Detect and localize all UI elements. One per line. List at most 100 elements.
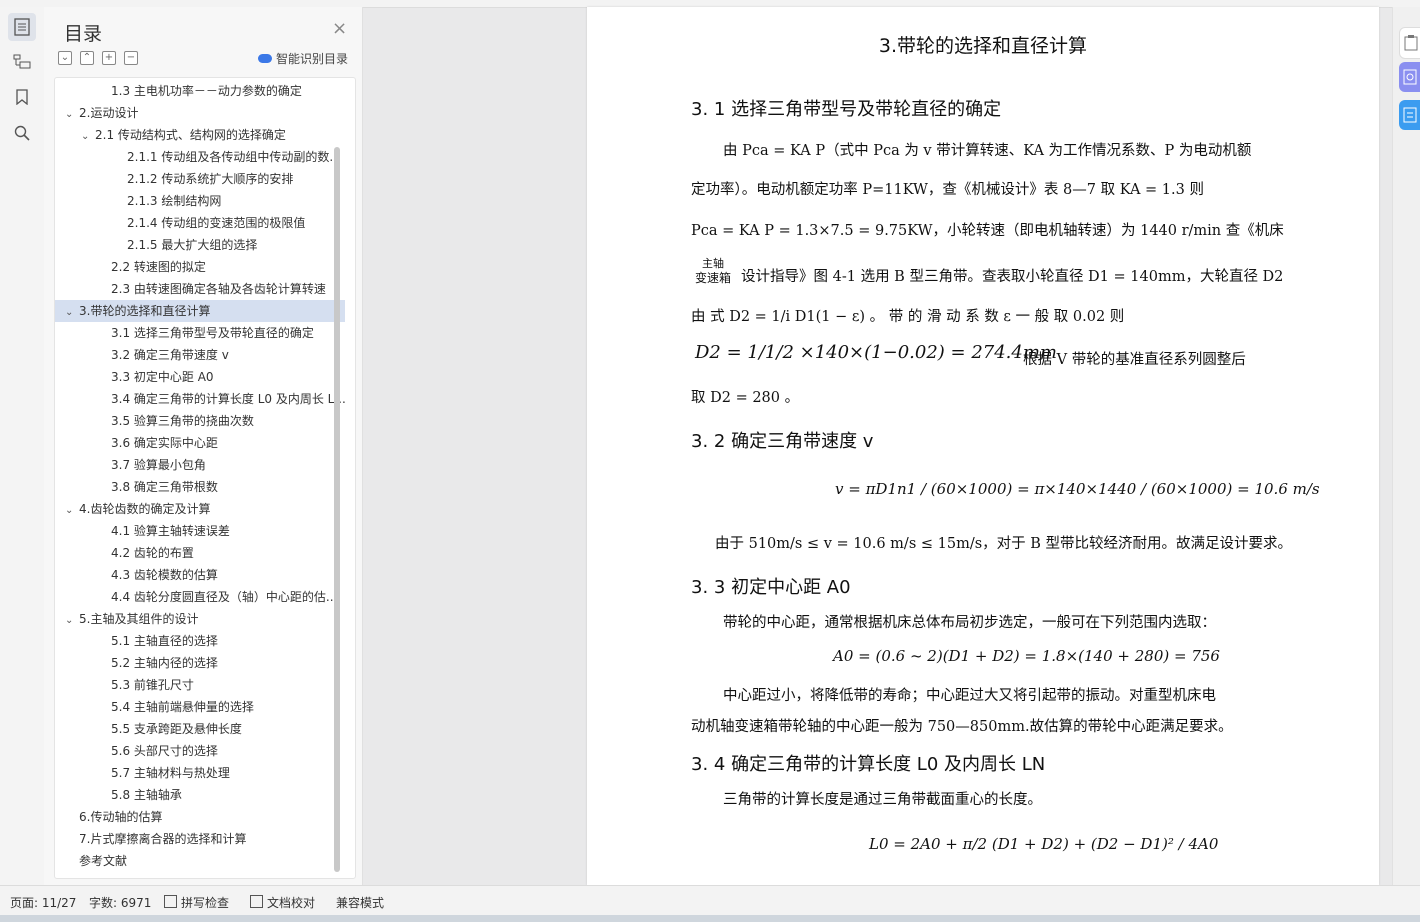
toc-item[interactable]: 3.7 验算最小包角 <box>55 454 355 476</box>
check-icon <box>164 895 177 908</box>
expand-up-icon[interactable]: ⌃ <box>80 51 94 65</box>
toc-item[interactable]: 5.6 头部尺寸的选择 <box>55 740 355 762</box>
chevron-down-icon[interactable]: ⌄ <box>65 500 79 520</box>
toc-item[interactable]: 2.1.3 绘制结构网 <box>55 190 355 212</box>
toc-item[interactable]: 3.1 选择三角带型号及带轮直径的确定 <box>55 322 355 344</box>
page-indicator[interactable]: 页面: 11/27 <box>10 894 76 911</box>
para-line-10: 中心距过小，将降低带的寿命；中心距过大又将引起带的振动。对重型机床电 <box>723 688 1216 704</box>
toc-item-label: 2.1 传动结构式、结构网的选择确定 <box>95 128 286 142</box>
toc-item[interactable]: 5.3 前锥孔尺寸 <box>55 674 355 696</box>
add-icon[interactable]: + <box>102 51 116 65</box>
para-line-12: 三角带的计算长度是通过三角带截面重心的长度。 <box>723 792 1042 808</box>
chevron-down-icon[interactable]: ⌄ <box>81 126 95 146</box>
toc-item-label: 4.4 齿轮分度圆直径及（轴）中心距的估... <box>111 590 338 604</box>
doc-proof-toggle[interactable]: 文档校对 <box>250 894 315 911</box>
toc-item-label: 2.3 由转速图确定各轴及各齿轮计算转速 <box>111 282 326 296</box>
toc-scrollbar[interactable] <box>334 147 340 872</box>
toc-item[interactable]: ⌄ 4.齿轮齿数的确定及计算 <box>55 498 345 520</box>
equation-l0: L0 = 2A0 + π/2 (D1 + D2) + (D2 − D1)² / … <box>869 835 1219 853</box>
search-button[interactable] <box>8 119 36 147</box>
toc-item[interactable]: 2.1.2 传动系统扩大顺序的安排 <box>55 168 355 190</box>
remove-icon[interactable]: − <box>124 51 138 65</box>
left-icon-rail <box>0 7 45 885</box>
toc-item-label: 2.运动设计 <box>79 106 139 120</box>
toc-item[interactable]: 4.3 齿轮模数的估算 <box>55 564 355 586</box>
outline-button[interactable] <box>8 47 36 75</box>
toc-item[interactable]: 5.5 支承跨距及悬伸长度 <box>55 718 355 740</box>
toc-item-label: 3.5 验算三角带的挠曲次数 <box>111 414 254 428</box>
smart-toc-button[interactable]: 智能识别目录 <box>258 50 348 67</box>
chevron-down-icon[interactable]: ⌄ <box>65 104 79 124</box>
toc-item[interactable]: 4.2 齿轮的布置 <box>55 542 355 564</box>
toc-item[interactable]: 3.6 确定实际中心距 <box>55 432 355 454</box>
spell-check-toggle[interactable]: 拼写检查 <box>164 894 229 911</box>
toc-item[interactable]: ⌄ 3.带轮的选择和直径计算 <box>55 300 345 322</box>
word-count[interactable]: 字数: 6971 <box>89 894 151 911</box>
bookmark-icon <box>16 89 28 105</box>
toc-item[interactable]: 5.2 主轴内径的选择 <box>55 652 355 674</box>
toc-item[interactable]: 5.1 主轴直径的选择 <box>55 630 355 652</box>
toc-item[interactable]: 3.3 初定中心距 A0 <box>55 366 355 388</box>
close-icon[interactable]: × <box>332 20 347 38</box>
spell-check-label: 拼写检查 <box>181 896 230 910</box>
para-line-8: 由于 510m/s ≤ v = 10.6 m/s ≤ 15m/s，对于 B 型带… <box>715 536 1293 552</box>
para-line-4-below: 变速箱 <box>695 271 732 285</box>
para-line-9: 带轮的中心距，通常根据机床总体布局初步选定，一般可在下列范围内选取： <box>723 615 1216 631</box>
toc-item-label: 2.1.4 传动组的变速范围的极限值 <box>127 216 306 230</box>
toc-item[interactable]: 3.2 确定三角带速度 v <box>55 344 355 366</box>
toc-item-label: 4.2 齿轮的布置 <box>111 546 194 560</box>
right-rail <box>1392 7 1420 885</box>
toc-item[interactable]: 5.4 主轴前端悬伸量的选择 <box>55 696 355 718</box>
chevron-down-icon[interactable]: ⌄ <box>65 302 79 322</box>
equation-d2: D2 = 1/1/2 ×140×(1−0.02) = 274.4mm <box>695 342 1057 363</box>
toc-item[interactable]: 1.3 主电机功率－－动力参数的确定 <box>55 80 355 102</box>
toc-item-label: 5.主轴及其组件的设计 <box>79 612 199 626</box>
right-tool-1[interactable] <box>1399 27 1420 59</box>
toc-item-label: 2.1.3 绘制结构网 <box>127 194 222 208</box>
toc-item-label: 5.8 主轴轴承 <box>111 788 182 802</box>
chevron-down-icon[interactable]: ⌄ <box>65 610 79 630</box>
toc-item[interactable]: ⌄ 2.1 传动结构式、结构网的选择确定 <box>55 124 355 146</box>
bookmark-button[interactable] <box>8 83 36 111</box>
collapse-all-icon[interactable]: ⌄ <box>58 51 72 65</box>
toc-panel-button[interactable] <box>8 13 36 41</box>
toc-item[interactable]: 2.1.1 传动组及各传动组中传动副的数... <box>55 146 355 168</box>
toc-title: 目录 <box>64 23 103 45</box>
toc-item-label: 7.片式摩擦离合器的选择和计算 <box>79 832 247 846</box>
toc-item-label: 3.1 选择三角带型号及带轮直径的确定 <box>111 326 314 340</box>
toc-item[interactable]: 2.1.5 最大扩大组的选择 <box>55 234 355 256</box>
toc-item[interactable]: 2.2 转速图的拟定 <box>55 256 355 278</box>
toc-item[interactable]: 3.4 确定三角带的计算长度 L0 及内周长 L... <box>55 388 355 410</box>
toc-item[interactable]: 5.8 主轴轴承 <box>55 784 355 806</box>
toc-item[interactable]: ⌄ 2.运动设计 <box>55 102 345 124</box>
toc-item[interactable]: 2.1.4 传动组的变速范围的极限值 <box>55 212 355 234</box>
toc-item[interactable]: 参考文献 <box>55 850 355 872</box>
para-line-5: 由 式 D2 = 1/i D1(1 − ε) 。 带 的 滑 动 系 数 ε 一… <box>691 309 1125 325</box>
toc-item-label: 5.2 主轴内径的选择 <box>111 656 218 670</box>
toc-item[interactable]: 7.片式摩擦离合器的选择和计算 <box>55 828 355 850</box>
toc-item-label: 2.2 转速图的拟定 <box>111 260 206 274</box>
toc-item[interactable]: 4.1 验算主轴转速误差 <box>55 520 355 542</box>
toc-item-label: 3.3 初定中心距 A0 <box>111 370 214 384</box>
toc-item-label: 5.3 前锥孔尺寸 <box>111 678 194 692</box>
right-tool-2[interactable] <box>1399 62 1420 92</box>
toc-item-label: 5.1 主轴直径的选择 <box>111 634 218 648</box>
doc-proof-label: 文档校对 <box>267 896 316 910</box>
toc-item[interactable]: ⌄ 5.主轴及其组件的设计 <box>55 608 345 630</box>
toc-item[interactable]: 5.7 主轴材料与热处理 <box>55 762 355 784</box>
clipboard-icon <box>1404 35 1418 51</box>
toc-item[interactable]: 6.传动轴的估算 <box>55 806 355 828</box>
toc-item[interactable]: 3.5 验算三角带的挠曲次数 <box>55 410 355 432</box>
smart-toc-label: 智能识别目录 <box>276 52 349 66</box>
compat-mode[interactable]: 兼容模式 <box>336 894 384 911</box>
folder-tree-icon <box>13 54 31 69</box>
para-line-1: 由 Pca = KA P（式中 Pca 为 v 带计算转速、KA 为工作情况系数… <box>723 143 1252 159</box>
toc-item[interactable]: 2.3 由转速图确定各轴及各齿轮计算转速 <box>55 278 355 300</box>
toc-item-label: 4.1 验算主轴转速误差 <box>111 524 230 538</box>
toc-item[interactable]: 3.8 确定三角带根数 <box>55 476 355 498</box>
toc-item[interactable]: 4.4 齿轮分度圆直径及（轴）中心距的估... <box>55 586 355 608</box>
toc-item-label: 5.6 头部尺寸的选择 <box>111 744 218 758</box>
right-tool-3[interactable] <box>1399 100 1420 130</box>
toc-item-label: 2.1.5 最大扩大组的选择 <box>127 238 258 252</box>
toc-item-label: 5.5 支承跨距及悬伸长度 <box>111 722 242 736</box>
